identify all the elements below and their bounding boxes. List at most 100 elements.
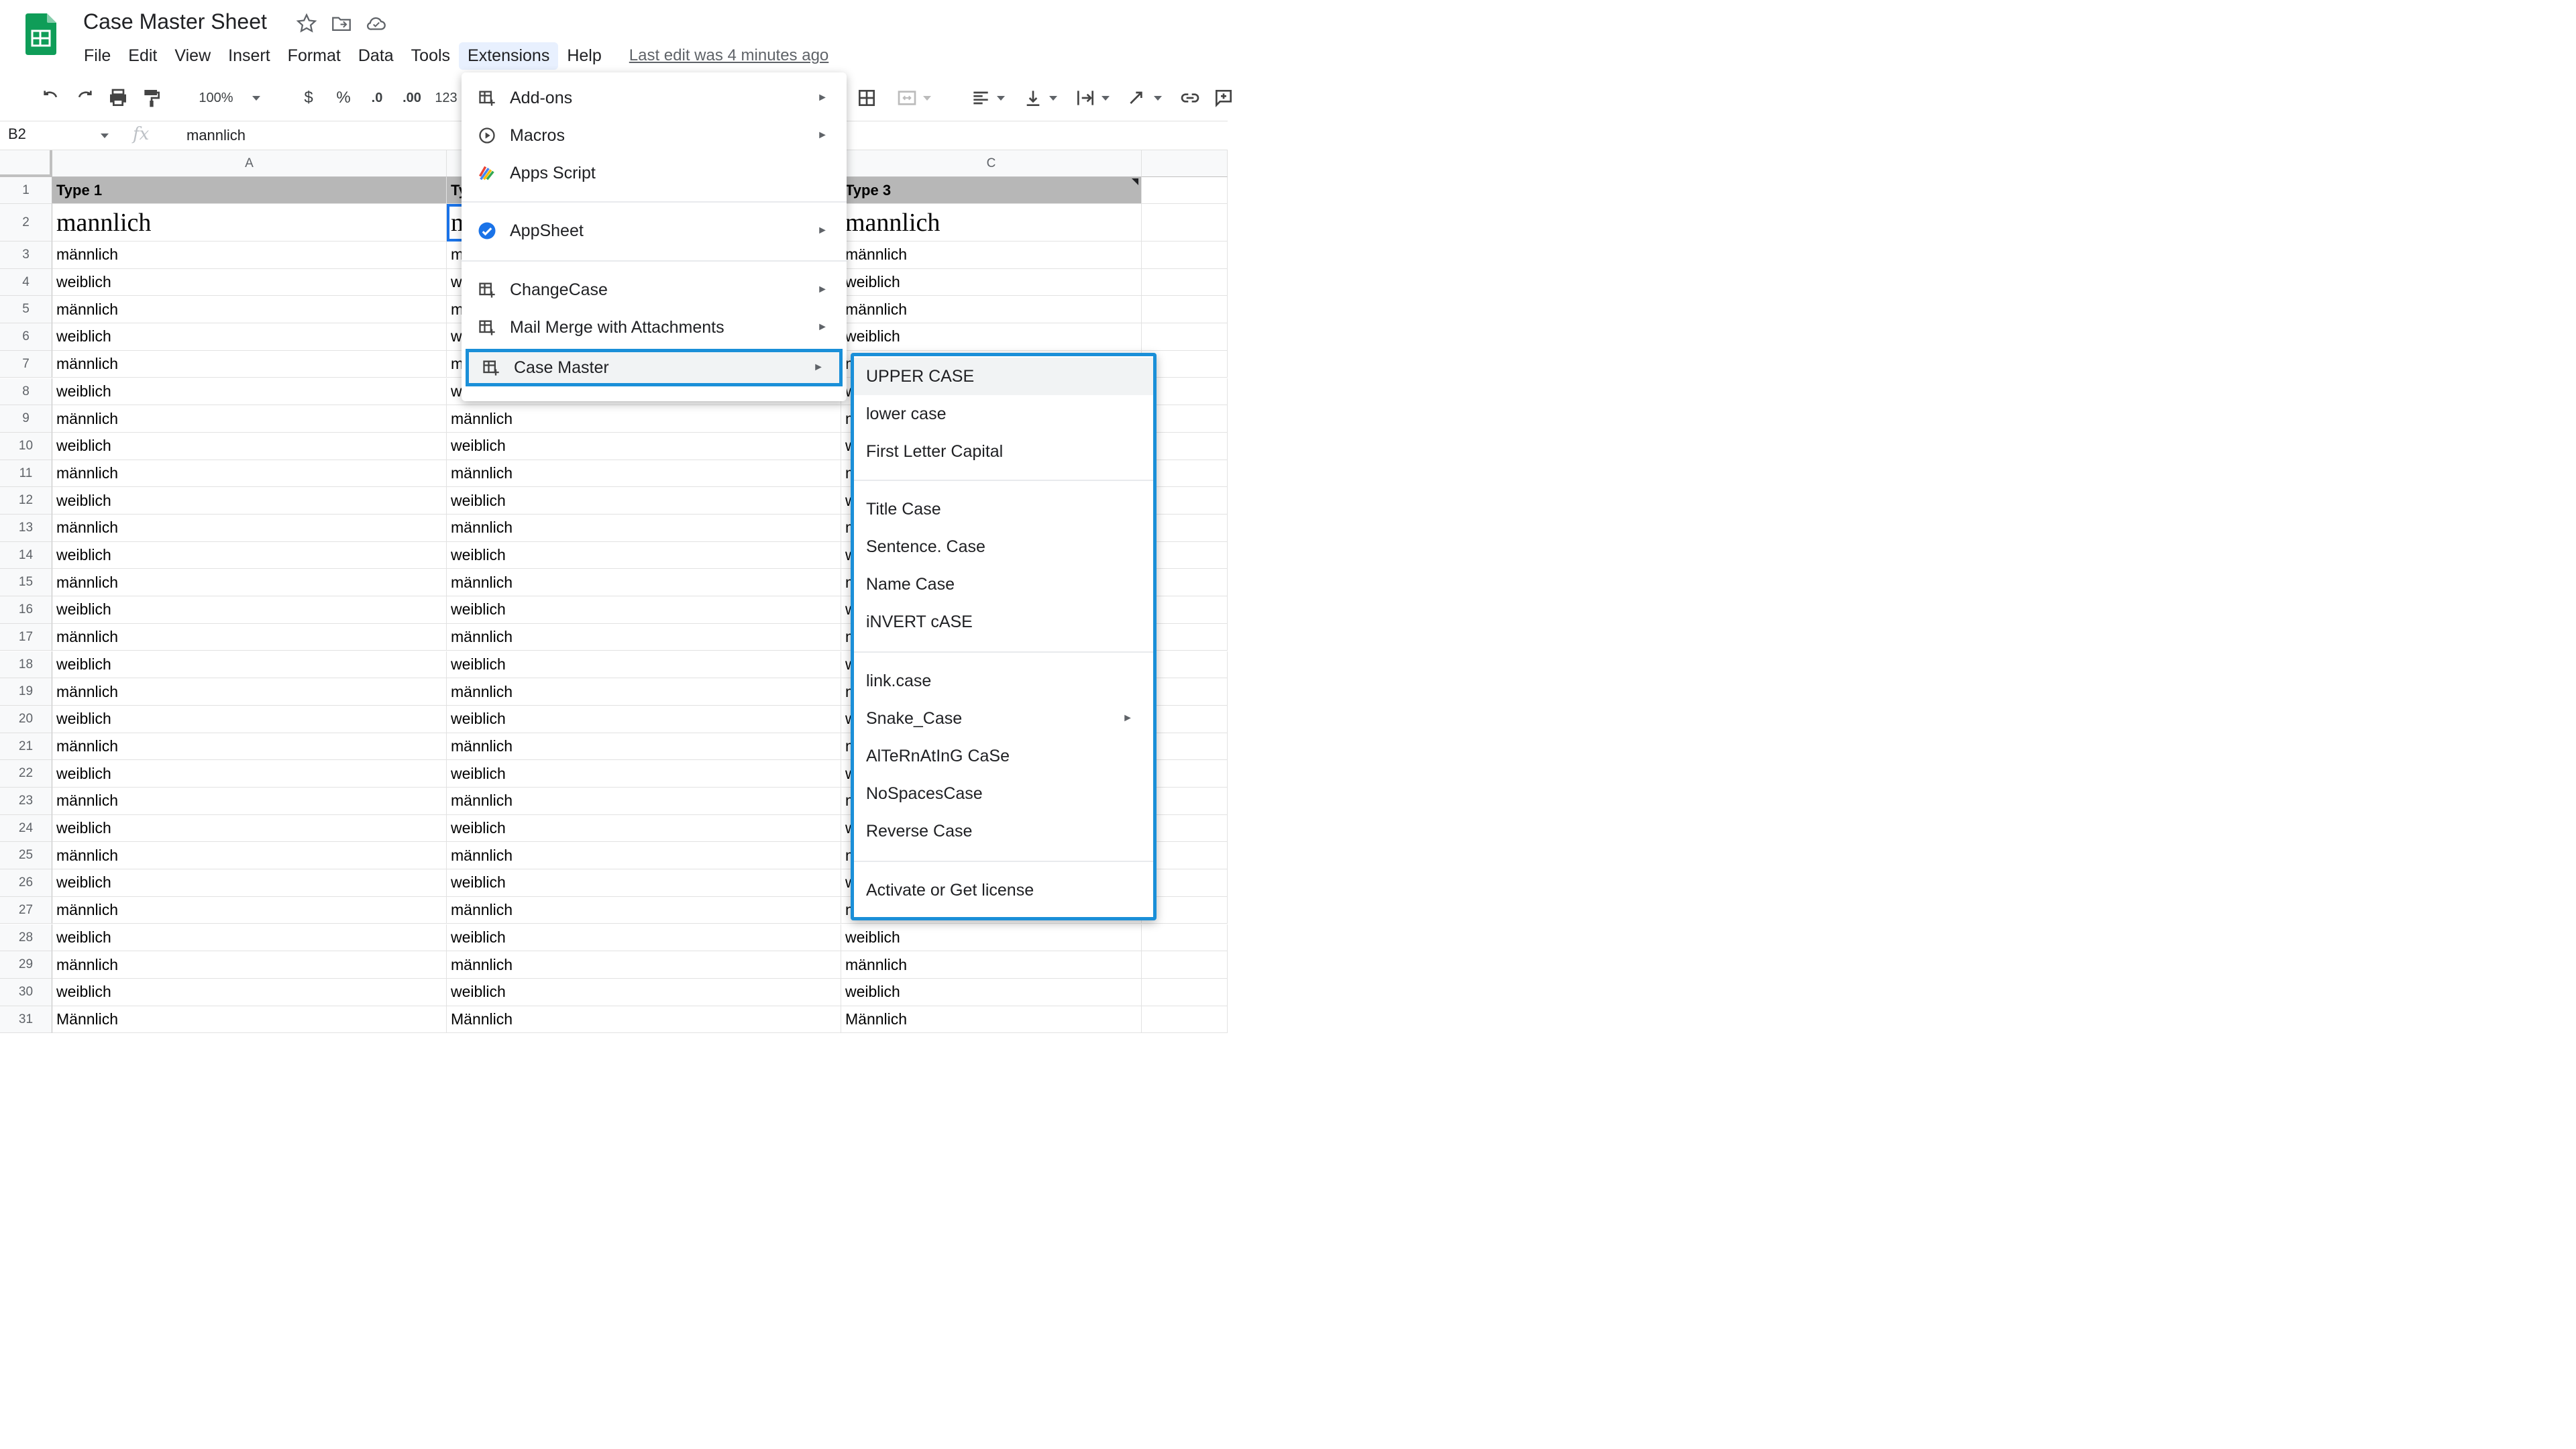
- table-cell[interactable]: weiblich: [447, 978, 841, 1006]
- menu-data[interactable]: Data: [350, 42, 402, 70]
- table-cell[interactable]: männlich: [447, 733, 841, 761]
- table-cell[interactable]: weiblich: [447, 541, 841, 570]
- table-cell[interactable]: weiblich: [447, 869, 841, 897]
- row-header[interactable]: 24: [0, 814, 52, 843]
- row-header[interactable]: 4: [0, 268, 52, 297]
- table-cell[interactable]: [1142, 241, 1228, 269]
- menu-item-lower-case[interactable]: lower case: [854, 395, 1153, 433]
- merge-cells-icon[interactable]: [892, 85, 935, 111]
- vertical-align-icon[interactable]: [1018, 85, 1061, 111]
- menu-item-title-case[interactable]: Title Case: [854, 490, 1153, 528]
- redo-icon[interactable]: [70, 85, 99, 111]
- column-header[interactable]: A: [52, 150, 447, 177]
- table-cell[interactable]: weiblich: [447, 705, 841, 733]
- table-cell[interactable]: männlich: [447, 623, 841, 651]
- table-cell[interactable]: [1142, 268, 1228, 297]
- table-cell[interactable]: männlich: [841, 296, 1142, 324]
- table-cell[interactable]: [1142, 323, 1228, 351]
- table-cell[interactable]: weiblich: [841, 978, 1142, 1006]
- menu-edit[interactable]: Edit: [119, 42, 166, 70]
- insert-comment-icon[interactable]: [1209, 85, 1238, 111]
- row-header[interactable]: 7: [0, 350, 52, 378]
- increase-decimal-button[interactable]: .00: [394, 85, 429, 111]
- menu-item-link-case[interactable]: link.case: [854, 662, 1153, 700]
- table-cell[interactable]: männlich: [52, 241, 447, 269]
- header-cell[interactable]: Type 3: [841, 177, 1142, 204]
- last-edit-link[interactable]: Last edit was 4 minutes ago: [629, 46, 829, 65]
- table-cell[interactable]: männlich: [52, 350, 447, 378]
- table-cell[interactable]: männlich: [52, 623, 447, 651]
- row-header[interactable]: 20: [0, 705, 52, 733]
- horizontal-align-icon[interactable]: [966, 85, 1009, 111]
- undo-icon[interactable]: [36, 85, 66, 111]
- table-cell[interactable]: weiblich: [52, 760, 447, 788]
- table-cell[interactable]: Männlich: [52, 1006, 447, 1034]
- row-header[interactable]: 21: [0, 733, 52, 761]
- star-icon[interactable]: [295, 12, 318, 35]
- menu-item-name-case[interactable]: Name Case: [854, 566, 1153, 603]
- table-cell[interactable]: weiblich: [447, 596, 841, 624]
- table-cell[interactable]: weiblich: [52, 869, 447, 897]
- table-cell[interactable]: [1142, 951, 1228, 979]
- row-header[interactable]: 1: [0, 177, 52, 204]
- table-cell[interactable]: weiblich: [841, 268, 1142, 297]
- table-cell[interactable]: männlich: [52, 460, 447, 488]
- row-header[interactable]: 16: [0, 596, 52, 624]
- menu-item-mail-merge[interactable]: Mail Merge with Attachments ►: [462, 309, 847, 346]
- menu-item-reverse-case[interactable]: Reverse Case: [854, 812, 1153, 850]
- menu-item-upper-case[interactable]: UPPER CASE: [854, 358, 1153, 395]
- table-cell[interactable]: weiblich: [52, 487, 447, 515]
- table-cell[interactable]: männlich: [841, 951, 1142, 979]
- currency-format-button[interactable]: $: [295, 85, 322, 111]
- table-cell[interactable]: mannlich: [52, 204, 447, 241]
- row-header[interactable]: 14: [0, 541, 52, 570]
- menu-file[interactable]: File: [75, 42, 119, 70]
- menu-item-case-master[interactable]: Case Master ►: [466, 349, 843, 386]
- column-header[interactable]: [1142, 150, 1228, 177]
- decrease-decimal-button[interactable]: .0: [362, 85, 392, 111]
- table-cell[interactable]: weiblich: [52, 705, 447, 733]
- row-header[interactable]: 19: [0, 678, 52, 706]
- table-cell[interactable]: weiblich: [52, 378, 447, 406]
- row-header[interactable]: 5: [0, 296, 52, 324]
- table-cell[interactable]: männlich: [52, 951, 447, 979]
- table-cell[interactable]: männlich: [447, 405, 841, 433]
- sheets-logo-icon[interactable]: [25, 13, 56, 55]
- table-cell[interactable]: Männlich: [447, 1006, 841, 1034]
- table-cell[interactable]: weiblich: [447, 760, 841, 788]
- table-cell[interactable]: männlich: [447, 951, 841, 979]
- table-cell[interactable]: weiblich: [52, 924, 447, 952]
- table-cell[interactable]: [1142, 924, 1228, 952]
- table-cell[interactable]: weiblich: [841, 924, 1142, 952]
- document-title[interactable]: Case Master Sheet: [83, 9, 267, 34]
- row-header[interactable]: 13: [0, 515, 52, 542]
- menu-item-nospaces-case[interactable]: NoSpacesCase: [854, 775, 1153, 812]
- table-cell[interactable]: weiblich: [52, 814, 447, 843]
- text-wrapping-icon[interactable]: [1071, 85, 1114, 111]
- menu-insert[interactable]: Insert: [219, 42, 279, 70]
- row-header[interactable]: 3: [0, 241, 52, 269]
- name-box[interactable]: B2: [8, 125, 109, 146]
- menu-tools[interactable]: Tools: [402, 42, 459, 70]
- table-cell[interactable]: Männlich: [841, 1006, 1142, 1034]
- menu-item-snake-case[interactable]: Snake_Case ►: [854, 700, 1153, 737]
- table-cell[interactable]: weiblich: [52, 651, 447, 679]
- table-cell[interactable]: männlich: [447, 788, 841, 815]
- table-cell[interactable]: weiblich: [52, 596, 447, 624]
- menu-item-first-letter-capital[interactable]: First Letter Capital: [854, 433, 1153, 470]
- table-cell[interactable]: weiblich: [841, 323, 1142, 351]
- percent-format-button[interactable]: %: [330, 85, 357, 111]
- table-cell[interactable]: männlich: [447, 515, 841, 542]
- table-cell[interactable]: männlich: [52, 678, 447, 706]
- row-header[interactable]: 18: [0, 651, 52, 679]
- table-cell[interactable]: männlich: [52, 515, 447, 542]
- menu-item-add-ons[interactable]: Add-ons ►: [462, 79, 847, 117]
- row-header[interactable]: 2: [0, 204, 52, 241]
- formula-input[interactable]: mannlich: [186, 127, 246, 144]
- menu-format[interactable]: Format: [279, 42, 350, 70]
- menu-item-macros[interactable]: Macros ►: [462, 117, 847, 154]
- menu-item-apps-script[interactable]: Apps Script: [462, 154, 847, 192]
- row-header[interactable]: 28: [0, 924, 52, 952]
- table-cell[interactable]: männlich: [447, 896, 841, 924]
- table-cell[interactable]: männlich: [52, 733, 447, 761]
